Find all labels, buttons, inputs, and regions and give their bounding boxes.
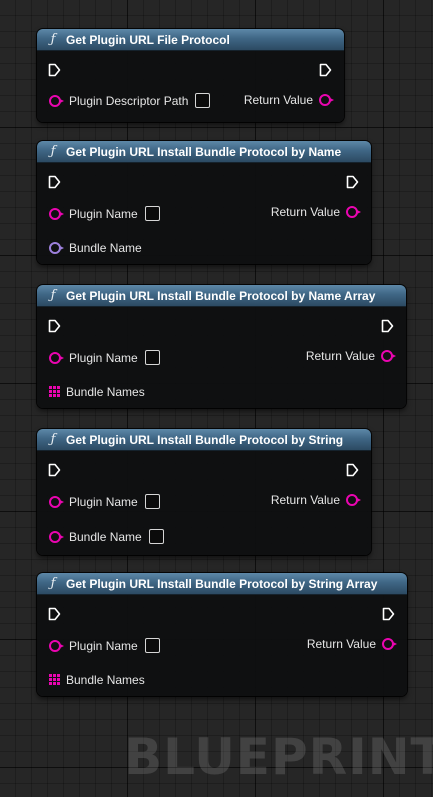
function-icon: ƒ bbox=[50, 32, 56, 47]
default-value-checkbox[interactable] bbox=[195, 93, 211, 108]
string-pin-icon bbox=[319, 94, 334, 106]
pin-label: Plugin Name bbox=[69, 350, 138, 365]
exec-output-pin[interactable] bbox=[382, 607, 395, 621]
exec-in-icon bbox=[48, 63, 61, 77]
node-get-plugin-url-install-bundle-protocol-by-name-array[interactable]: ƒ Get Plugin URL Install Bundle Protocol… bbox=[37, 285, 406, 408]
exec-in-icon bbox=[48, 175, 61, 189]
blueprint-watermark: BLUEPRINT bbox=[124, 728, 433, 786]
node-header[interactable]: ƒ Get Plugin URL Install Bundle Protocol… bbox=[37, 429, 371, 451]
input-pin-plugin-name[interactable]: Plugin Name bbox=[49, 638, 160, 653]
output-pin-return-value[interactable]: Return Value bbox=[270, 205, 361, 219]
function-icon: ƒ bbox=[50, 576, 56, 591]
exec-input-pin[interactable] bbox=[48, 175, 61, 189]
function-icon: ƒ bbox=[50, 288, 56, 303]
node-title: Get Plugin URL Install Bundle Protocol b… bbox=[66, 288, 376, 303]
pin-label: Bundle Names bbox=[66, 673, 145, 687]
exec-in-icon bbox=[48, 319, 61, 333]
exec-out-icon bbox=[381, 319, 394, 333]
default-value-checkbox[interactable] bbox=[144, 206, 160, 221]
string-pin-icon bbox=[381, 350, 396, 362]
node-get-plugin-url-install-bundle-protocol-by-string-array[interactable]: ƒ Get Plugin URL Install Bundle Protocol… bbox=[37, 573, 407, 696]
pin-label: Bundle Name bbox=[69, 529, 142, 544]
exec-output-pin[interactable] bbox=[346, 175, 359, 189]
output-pin-return-value[interactable]: Return Value bbox=[305, 349, 396, 363]
pin-label: Bundle Names bbox=[66, 385, 145, 399]
pin-label: Return Value bbox=[270, 493, 340, 507]
input-pin-plugin-name[interactable]: Plugin Name bbox=[49, 206, 160, 221]
input-pin-plugin-name[interactable]: Plugin Name bbox=[49, 494, 160, 509]
default-value-checkbox[interactable] bbox=[144, 638, 160, 653]
exec-out-icon bbox=[346, 463, 359, 477]
exec-input-pin[interactable] bbox=[48, 463, 61, 477]
exec-output-pin[interactable] bbox=[346, 463, 359, 477]
input-pin-bundle-names[interactable]: Bundle Names bbox=[48, 385, 145, 399]
exec-in-icon bbox=[48, 607, 61, 621]
node-header[interactable]: ƒ Get Plugin URL Install Bundle Protocol… bbox=[37, 141, 371, 163]
string-pin-icon bbox=[49, 495, 64, 508]
node-header[interactable]: ƒ Get Plugin URL Install Bundle Protocol… bbox=[37, 285, 406, 307]
pin-label: Plugin Name bbox=[69, 638, 138, 653]
node-header[interactable]: ƒ Get Plugin URL Install Bundle Protocol… bbox=[37, 573, 407, 595]
input-pin-bundle-name[interactable]: Bundle Name bbox=[49, 241, 142, 255]
node-get-plugin-url-install-bundle-protocol-by-name[interactable]: ƒ Get Plugin URL Install Bundle Protocol… bbox=[37, 141, 371, 264]
pin-label: Return Value bbox=[305, 349, 375, 363]
string-pin-icon bbox=[382, 638, 397, 650]
node-get-plugin-url-file-protocol[interactable]: ƒ Get Plugin URL File Protocol Plugin De… bbox=[37, 29, 344, 122]
array-pin-icon bbox=[49, 386, 61, 398]
pin-label: Plugin Name bbox=[69, 206, 138, 221]
pin-label: Bundle Name bbox=[69, 241, 142, 255]
input-pin-bundle-name[interactable]: Bundle Name bbox=[49, 529, 164, 544]
node-title: Get Plugin URL File Protocol bbox=[66, 32, 230, 47]
pin-label: Return Value bbox=[270, 205, 340, 219]
input-pin-plugin-name[interactable]: Plugin Name bbox=[49, 350, 160, 365]
string-pin-icon bbox=[49, 207, 64, 220]
array-pin-icon bbox=[49, 674, 61, 686]
exec-out-icon bbox=[382, 607, 395, 621]
pin-label: Return Value bbox=[306, 637, 376, 651]
node-title: Get Plugin URL Install Bundle Protocol b… bbox=[66, 576, 378, 591]
exec-input-pin[interactable] bbox=[48, 63, 61, 77]
name-pin-icon bbox=[49, 242, 64, 254]
string-pin-icon bbox=[49, 639, 64, 652]
string-pin-icon bbox=[49, 530, 64, 543]
function-icon: ƒ bbox=[50, 432, 56, 447]
pin-label: Plugin Name bbox=[69, 494, 138, 509]
output-pin-return-value[interactable]: Return Value bbox=[243, 93, 334, 107]
exec-input-pin[interactable] bbox=[48, 319, 61, 333]
string-pin-icon bbox=[346, 206, 361, 218]
default-value-checkbox[interactable] bbox=[144, 494, 160, 509]
output-pin-return-value[interactable]: Return Value bbox=[270, 493, 361, 507]
string-pin-icon bbox=[49, 94, 64, 107]
pin-label: Return Value bbox=[243, 93, 313, 107]
exec-input-pin[interactable] bbox=[48, 607, 61, 621]
string-pin-icon bbox=[49, 351, 64, 364]
exec-output-pin[interactable] bbox=[381, 319, 394, 333]
exec-out-icon bbox=[319, 63, 332, 77]
input-pin-bundle-names[interactable]: Bundle Names bbox=[48, 673, 145, 687]
node-header[interactable]: ƒ Get Plugin URL File Protocol bbox=[37, 29, 344, 51]
default-value-checkbox[interactable] bbox=[148, 529, 164, 544]
exec-in-icon bbox=[48, 463, 61, 477]
input-pin-plugin-descriptor-path[interactable]: Plugin Descriptor Path bbox=[49, 93, 211, 108]
function-icon: ƒ bbox=[50, 144, 56, 159]
node-title: Get Plugin URL Install Bundle Protocol b… bbox=[66, 432, 344, 447]
exec-output-pin[interactable] bbox=[319, 63, 332, 77]
output-pin-return-value[interactable]: Return Value bbox=[306, 637, 397, 651]
default-value-checkbox[interactable] bbox=[144, 350, 160, 365]
node-title: Get Plugin URL Install Bundle Protocol b… bbox=[66, 144, 342, 159]
exec-out-icon bbox=[346, 175, 359, 189]
string-pin-icon bbox=[346, 494, 361, 506]
node-get-plugin-url-install-bundle-protocol-by-string[interactable]: ƒ Get Plugin URL Install Bundle Protocol… bbox=[37, 429, 371, 555]
pin-label: Plugin Descriptor Path bbox=[69, 93, 189, 108]
